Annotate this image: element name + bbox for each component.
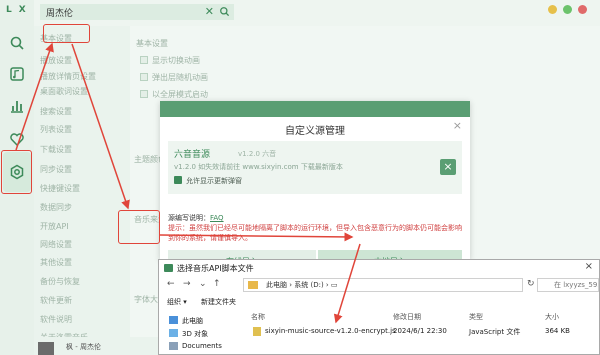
close-button[interactable]	[578, 5, 587, 14]
tree-this-pc[interactable]: 此电脑	[169, 316, 203, 326]
player-bar: 枫 - 周杰伦	[34, 337, 158, 355]
refresh-icon[interactable]: ↻	[527, 279, 535, 289]
documents-icon	[169, 342, 178, 350]
tree-label: 此电脑	[182, 317, 203, 325]
rail-heart-icon[interactable]	[7, 129, 27, 149]
app-window: LX 周杰伦 ✕ 基本设置 播放设置 播放详情页设置 桌面歌词设置 搜索设置 列…	[0, 0, 600, 355]
settings-nav-item[interactable]: 软件说明	[40, 314, 72, 325]
tree-label: Documents	[182, 342, 222, 350]
faq-prefix: 源编写说明：	[168, 214, 210, 222]
recent-chevron-icon[interactable]: ⌄	[199, 279, 207, 289]
maximize-button[interactable]	[563, 5, 572, 14]
warning-tip: 提示：虽然我们已经尽可能地隔离了脚本的运行环境，但导入包含恶意行为的脚本仍可能会…	[168, 224, 462, 242]
highlight-settings	[1, 150, 32, 194]
file-name: sixyin-music-source-v1.2.0-encrypt.js	[265, 327, 396, 335]
file-modified: 2024/6/1 22:30	[393, 327, 447, 335]
organize-button[interactable]: 组织 ▾	[167, 297, 187, 307]
playlist-icon	[10, 67, 24, 81]
settings-nav-item[interactable]: 软件更新	[40, 295, 72, 306]
settings-nav-item[interactable]: 网络设置	[40, 239, 72, 250]
chart-icon	[11, 101, 23, 113]
search-value: 周杰伦	[46, 8, 74, 19]
allow-update-label: 允许显示更新弹窗	[186, 177, 242, 185]
settings-nav-item[interactable]: 备份与恢复	[40, 276, 80, 287]
tree-label: 3D 对象	[182, 330, 209, 338]
cube-icon	[169, 329, 178, 337]
new-folder-button[interactable]: 新建文件夹	[201, 297, 236, 307]
rail-playlist-icon[interactable]	[7, 64, 27, 84]
option-label: 以全屏模式启动	[152, 90, 208, 99]
settings-nav-item[interactable]: 搜索设置	[40, 106, 72, 117]
settings-nav-item[interactable]: 快捷键设置	[40, 183, 80, 194]
faq-link[interactable]: FAQ	[210, 214, 224, 222]
option-checkbox[interactable]	[140, 56, 148, 64]
option-checkbox[interactable]	[140, 90, 148, 98]
address-part[interactable]: 系统 (D:)	[294, 281, 323, 289]
dialog-search-input[interactable]: 在 lxyyzs_5956...	[537, 278, 599, 292]
modal-title: 自定义源管理	[285, 126, 345, 137]
option-checkbox[interactable]	[140, 73, 148, 81]
highlight-music-source	[118, 210, 160, 244]
source-desc: v1.2.0 如失效请前往 www.sixyin.com 下载最新版本	[174, 163, 343, 171]
tree-documents[interactable]: Documents	[169, 342, 222, 350]
settings-nav-item[interactable]: 下载设置	[40, 144, 72, 155]
now-playing: 枫 - 周杰伦	[66, 343, 101, 351]
source-name: 六音音源	[174, 150, 211, 160]
file-size: 364 KB	[545, 327, 570, 335]
search-icon[interactable]	[219, 6, 230, 17]
column-name[interactable]: 名称	[251, 312, 265, 322]
folder-icon	[248, 281, 258, 289]
column-size[interactable]: 大小	[545, 312, 559, 322]
rail-search-icon[interactable]	[7, 33, 27, 53]
settings-nav-item[interactable]: 其他设置	[40, 257, 72, 268]
search-input[interactable]: 周杰伦 ✕	[40, 4, 234, 20]
settings-sidebar: 基本设置 播放设置 播放详情页设置 桌面歌词设置 搜索设置 列表设置 下载设置 …	[34, 26, 130, 355]
forward-arrow-icon[interactable]: →	[183, 279, 191, 289]
highlight-basic-settings	[43, 24, 90, 43]
source-version: v1.2.0 六音	[238, 150, 277, 158]
settings-nav-item[interactable]: 同步设置	[40, 164, 72, 175]
heart-icon	[10, 133, 24, 147]
checkbox-checked-icon	[174, 176, 182, 184]
search-icon	[10, 36, 24, 50]
settings-nav-item[interactable]: 列表设置	[40, 124, 72, 135]
address-bar[interactable]: 此电脑 › 系统 (D:) › ▭	[243, 278, 523, 292]
up-arrow-icon[interactable]: ↑	[213, 279, 221, 289]
settings-nav-item[interactable]: 桌面歌词设置	[40, 86, 88, 97]
app-icon	[164, 264, 173, 272]
file-open-dialog: 选择音乐API脚本文件 × ← → ⌄ ↑ 此电脑 › 系统 (D:) › ▭ …	[158, 259, 600, 355]
option-label: 弹出层随机动画	[152, 73, 208, 82]
remove-source-button[interactable]: ×	[440, 159, 456, 175]
address-part[interactable]: 此电脑	[266, 281, 287, 289]
modal-close-button[interactable]: ×	[453, 119, 462, 132]
minimize-button[interactable]	[548, 5, 557, 14]
source-card: 六音音源 v1.2.0 六音 v1.2.0 如失效请前往 www.sixyin.…	[168, 141, 462, 194]
option-label: 显示切换动画	[152, 56, 200, 65]
faq-line: 源编写说明：FAQ	[168, 213, 224, 223]
rail-chart-icon[interactable]	[7, 96, 27, 116]
computer-icon	[169, 316, 178, 324]
settings-nav-item[interactable]: 播放设置	[40, 55, 72, 66]
settings-nav-item[interactable]: 播放详情页设置	[40, 71, 96, 82]
back-arrow-icon[interactable]: ←	[167, 279, 175, 289]
column-type[interactable]: 类型	[469, 312, 483, 322]
column-modified[interactable]: 修改日期	[393, 312, 421, 322]
section-title: 基本设置	[136, 39, 168, 48]
dialog-title: 选择音乐API脚本文件	[177, 264, 254, 273]
file-row[interactable]: sixyin-music-source-v1.2.0-encrypt.js 20…	[249, 325, 599, 339]
allow-update-checkbox[interactable]: 允许显示更新弹窗	[174, 176, 242, 186]
clear-icon[interactable]: ✕	[205, 5, 214, 18]
dialog-close-button[interactable]: ×	[585, 261, 593, 272]
album-cover[interactable]	[38, 342, 54, 355]
settings-nav-item[interactable]: 数据同步	[40, 202, 72, 213]
file-type: JavaScript 文件	[469, 328, 521, 336]
js-file-icon	[253, 327, 261, 336]
custom-source-modal: 自定义源管理 × 六音音源 v1.2.0 六音 v1.2.0 如失效请前往 ww…	[160, 101, 470, 272]
settings-nav-item[interactable]: 开放API	[40, 221, 69, 232]
tree-3d-objects[interactable]: 3D 对象	[169, 329, 208, 339]
